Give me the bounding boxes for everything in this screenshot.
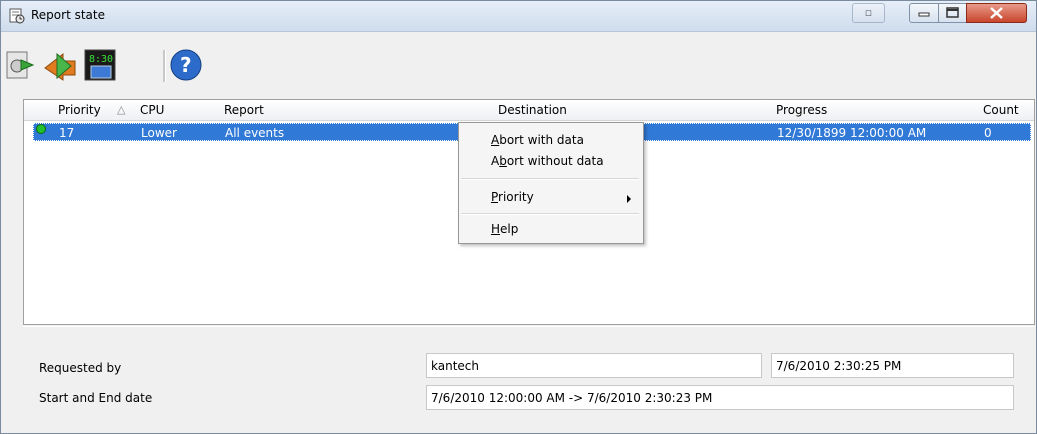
details-panel: Requested by kantech 7/6/2010 2:30:25 PM… — [23, 326, 1034, 432]
context-menu: Abort with data Abort without data Prior… — [458, 122, 644, 244]
minimize-icon — [918, 12, 930, 17]
svg-text:?: ? — [180, 53, 192, 77]
menu-item-priority[interactable]: Priority — [491, 190, 534, 204]
column-count[interactable]: Count — [983, 103, 1019, 117]
report-icon — [9, 8, 25, 24]
toolbar: 8:30 ? — [1, 32, 1036, 92]
report-state-window: Report state ▫ 8:30 ? Priority △ CPU Rep… — [0, 0, 1037, 434]
requested-at-field[interactable]: 7/6/2010 2:30:25 PM — [771, 353, 1014, 378]
window-title: Report state — [31, 8, 105, 22]
send-report-button[interactable] — [5, 48, 39, 82]
clock-monitor-icon: 8:30 — [84, 49, 116, 81]
cell-count: 0 — [984, 126, 992, 140]
forward-report-button[interactable] — [43, 48, 77, 82]
requested-by-value: kantech — [431, 359, 479, 373]
svg-text:8:30: 8:30 — [89, 54, 113, 65]
cell-report: All events — [225, 126, 285, 140]
start-end-date-label: Start and End date — [39, 391, 153, 405]
close-button[interactable] — [966, 3, 1027, 23]
menu-item-help[interactable]: Help — [491, 222, 518, 236]
close-icon — [990, 7, 1003, 19]
maximize-icon — [946, 7, 959, 18]
toolbar-separator — [163, 50, 166, 82]
clock-monitor-button[interactable]: 8:30 — [83, 48, 117, 82]
menu-item-abort-with-data[interactable]: Abort with data — [491, 133, 584, 147]
start-end-date-field[interactable]: 7/6/2010 12:00:00 AM -> 7/6/2010 2:30:23… — [426, 385, 1014, 410]
column-destination[interactable]: Destination — [498, 103, 567, 117]
sort-ascending-icon: △ — [117, 103, 126, 116]
column-priority[interactable]: Priority — [58, 103, 101, 117]
cell-cpu: Lower — [141, 126, 177, 140]
cell-priority: 17 — [59, 126, 75, 140]
submenu-arrow-icon — [627, 195, 631, 203]
forward-report-icon — [44, 52, 76, 81]
status-running-icon — [36, 124, 46, 134]
context-help-icon: ▫ — [864, 6, 873, 19]
menu-item-abort-without-data[interactable]: Abort without data — [491, 154, 604, 168]
context-help-button[interactable]: ▫ — [852, 3, 885, 23]
requested-at-value: 7/6/2010 2:30:25 PM — [776, 359, 902, 373]
start-end-date-value: 7/6/2010 12:00:00 AM -> 7/6/2010 2:30:23… — [431, 391, 713, 405]
maximize-button[interactable] — [938, 3, 967, 23]
minimize-button[interactable] — [909, 3, 939, 23]
send-report-icon — [6, 51, 35, 79]
help-button[interactable]: ? — [169, 48, 203, 82]
menu-separator — [461, 213, 639, 215]
cell-progress: 12/30/1899 12:00:00 AM — [777, 126, 927, 140]
menu-separator — [461, 178, 639, 180]
requested-by-field[interactable]: kantech — [426, 353, 762, 378]
title-bar[interactable]: Report state ▫ — [1, 1, 1036, 32]
list-header: Priority △ CPU Report Destination Progre… — [24, 100, 1034, 121]
help-icon: ? — [170, 49, 202, 81]
column-cpu[interactable]: CPU — [140, 103, 164, 117]
column-progress[interactable]: Progress — [776, 103, 827, 117]
column-report[interactable]: Report — [224, 103, 264, 117]
requested-by-label: Requested by — [39, 361, 122, 375]
